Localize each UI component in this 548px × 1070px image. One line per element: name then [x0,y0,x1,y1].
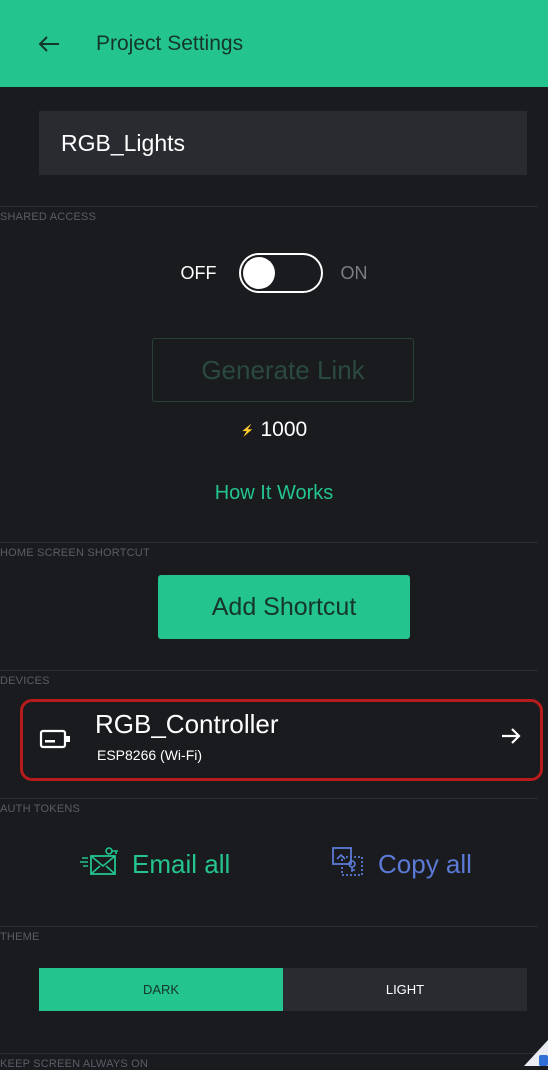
section-label-shared-access: SHARED ACCESS [0,211,97,223]
divider [0,798,538,799]
toggle-off-label: OFF [180,262,217,283]
copy-all-label: Copy all [378,848,472,879]
section-label-theme: THEME [0,931,40,943]
shared-access-toggle[interactable] [238,253,323,293]
shared-access-toggle-row: OFF ON [0,250,548,296]
section-label-devices: DEVICES [0,675,50,687]
email-all-label: Email all [132,848,231,879]
theme-dark-option[interactable]: DARK [39,968,283,1011]
section-label-keep-screen: KEEP SCREEN ALWAYS ON [0,1058,149,1070]
device-type: ESP8266 (Wi-Fi) [97,747,203,763]
divider [0,670,538,671]
page-title: Project Settings [96,31,244,55]
email-all-button[interactable]: Email all [80,842,230,886]
bolt-icon: ⚡ [240,424,255,437]
toggle-knob [242,257,275,289]
theme-selector: DARK LIGHT [39,968,527,1011]
arrow-right-icon [500,726,522,750]
email-token-icon [80,846,120,882]
divider [0,1053,538,1054]
project-name-field[interactable]: RGB_Lights [39,111,527,175]
device-name: RGB_Controller [95,709,279,739]
energy-balance: ⚡ 1000 [0,418,548,442]
divider [0,926,538,927]
arrow-left-icon[interactable] [36,31,62,57]
add-shortcut-button[interactable]: Add Shortcut [158,575,410,639]
device-board-icon [39,728,73,754]
copy-all-button[interactable]: Copy all [330,842,472,886]
generate-link-button[interactable]: Generate Link [152,338,414,402]
toggle-on-label: ON [340,262,368,283]
divider [0,542,538,543]
divider [0,206,538,207]
copy-token-icon [330,845,366,883]
how-it-works-link[interactable]: How It Works [0,482,548,505]
app-header: Project Settings [0,0,548,87]
corner-badge-icon [520,1038,548,1066]
theme-light-option[interactable]: LIGHT [283,968,527,1011]
energy-value: 1000 [260,418,308,441]
section-label-home-shortcut: HOME SCREEN SHORTCUT [0,547,150,559]
section-label-auth-tokens: AUTH TOKENS [0,803,81,815]
device-item-rgb-controller[interactable]: RGB_Controller ESP8266 (Wi-Fi) [20,699,543,781]
